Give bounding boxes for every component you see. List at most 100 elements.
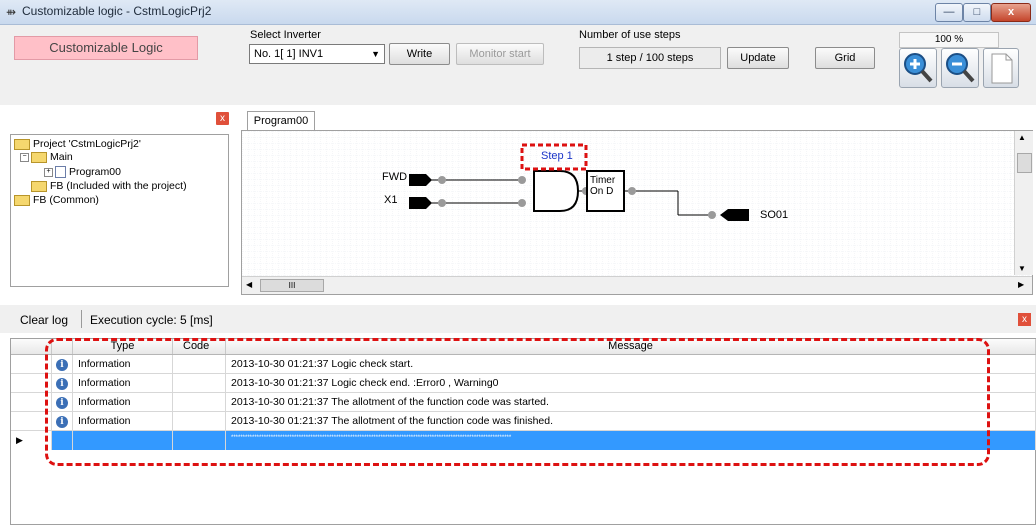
tree-item-main[interactable]: − Main (20, 151, 73, 163)
log-row[interactable]: i Information 2013-10-30 01:21:37 Logic … (11, 355, 1036, 374)
maximize-button[interactable]: □ (963, 3, 991, 22)
log-type: Information (73, 412, 173, 431)
zoom-in-button[interactable] (899, 48, 937, 88)
project-tree: Project 'CstmLogicPrj2' − Main + Program00… (10, 134, 229, 287)
row-selector (11, 412, 52, 431)
scroll-right-icon[interactable]: ▶ (1018, 280, 1024, 289)
pin-fwd[interactable] (438, 176, 446, 184)
log-type: Information (73, 374, 173, 393)
zoom-out-button[interactable] (941, 48, 979, 88)
log-type (73, 431, 173, 450)
log-code (173, 374, 226, 393)
write-button[interactable]: Write (389, 43, 450, 65)
folder-icon (14, 194, 30, 206)
pin-timer-out[interactable] (628, 187, 636, 195)
clear-log-button[interactable]: Clear log (20, 313, 68, 327)
monitor-start-button[interactable]: Monitor start (456, 43, 544, 65)
log-code (173, 393, 226, 412)
tree-item-fb-common[interactable]: FB (Common) (14, 194, 99, 206)
scroll-left-icon[interactable]: ◀ (246, 280, 252, 289)
close-log-button[interactable]: x (1018, 313, 1031, 326)
inverter-select-value: No. 1[ 1] INV1 (254, 48, 324, 60)
log-message: 2013-10-30 01:21:37 The allotment of the… (226, 393, 1036, 412)
row-selector (11, 355, 52, 374)
page-button[interactable] (983, 48, 1019, 88)
hscroll-thumb[interactable]: III (260, 279, 324, 292)
log-message: 2013-10-30 01:21:37 Logic check end. :Er… (226, 374, 1036, 393)
pin-and-in2[interactable] (518, 199, 526, 207)
chevron-down-icon: ▼ (371, 49, 380, 59)
app-icon: ⇻ (6, 5, 17, 19)
tree-item-fb-project[interactable]: FB (Included with the project) (31, 180, 187, 192)
steps-label: Number of use steps (579, 29, 681, 41)
step-label: Step 1 (541, 150, 573, 162)
pin-so01[interactable] (708, 211, 716, 219)
expand-icon[interactable]: + (44, 167, 53, 177)
header-blank (11, 339, 52, 354)
window-title: Customizable logic - CstmLogicPrj2 (22, 4, 212, 18)
vscroll-thumb[interactable] (1017, 153, 1032, 173)
folder-icon (31, 151, 47, 163)
select-inverter-label: Select Inverter (250, 29, 321, 41)
zoom-level: 100 % (899, 32, 999, 48)
info-icon: i (52, 412, 73, 431)
log-message: 2013-10-30 01:21:37 Logic check start. (226, 355, 1036, 374)
log-row[interactable]: i Information 2013-10-30 01:21:37 Logic … (11, 374, 1036, 393)
output-label-so01: SO01 (760, 209, 789, 221)
scroll-down-icon[interactable]: ▼ (1018, 264, 1026, 273)
log-row[interactable]: i Information 2013-10-30 01:21:37 The al… (11, 412, 1036, 431)
inverter-select[interactable]: No. 1[ 1] INV1 ▼ (249, 44, 385, 64)
collapse-icon[interactable]: − (20, 152, 29, 162)
tab-program00[interactable]: Program00 (247, 111, 315, 132)
log-icon-cell (52, 431, 73, 450)
minimize-button[interactable]: — (935, 3, 963, 22)
info-icon: i (52, 393, 73, 412)
zoom-out-icon (946, 53, 975, 83)
log-type: Information (73, 355, 173, 374)
header-type[interactable]: Type (73, 339, 173, 354)
row-selector (11, 393, 52, 412)
info-icon: i (52, 355, 73, 374)
log-code (173, 355, 226, 374)
logic-diagram (242, 131, 1032, 294)
input-label-x1: X1 (384, 194, 398, 206)
header-code[interactable]: Code (173, 339, 226, 354)
editor-horizontal-scrollbar[interactable]: ◀ III ▶ (242, 276, 1032, 294)
scroll-up-icon[interactable]: ▲ (1018, 133, 1026, 142)
tree-item-program00[interactable]: + Program00 (44, 166, 121, 179)
tree-item-project[interactable]: Project 'CstmLogicPrj2' (14, 138, 141, 150)
log-row[interactable]: i Information 2013-10-30 01:21:37 The al… (11, 393, 1036, 412)
pin-and-in1[interactable] (518, 176, 526, 184)
log-table-header: Type Code Message (11, 339, 1036, 355)
row-selector (11, 374, 52, 393)
page-icon (991, 53, 1013, 84)
pin-x1[interactable] (438, 199, 446, 207)
log-message: ****************************************… (226, 431, 1036, 450)
program-icon (55, 166, 66, 179)
logic-editor-canvas[interactable]: FWD X1 Step 1 Timer On D SO01 (241, 130, 1033, 295)
log-message: 2013-10-30 01:21:37 The allotment of the… (226, 412, 1036, 431)
steps-value: 1 step / 100 steps (579, 47, 721, 69)
zoom-in-icon (904, 53, 933, 83)
header-icon (52, 339, 73, 354)
close-tree-panel-button[interactable]: x (216, 112, 229, 125)
header-message[interactable]: Message (226, 339, 1036, 354)
editor-vertical-scrollbar[interactable]: ▲ ▼ (1014, 131, 1033, 275)
input-label-fwd: FWD (382, 171, 408, 183)
info-icon: i (52, 374, 73, 393)
execution-cycle: Execution cycle: 5 [ms] (90, 313, 213, 327)
timer-label: Timer On D (590, 175, 616, 197)
log-row-selected[interactable]: ▶ **************************************… (11, 431, 1036, 450)
close-window-button[interactable]: x (991, 3, 1031, 22)
and-gate[interactable] (533, 170, 580, 212)
customizable-logic-badge: Customizable Logic (14, 36, 198, 60)
update-button[interactable]: Update (727, 47, 789, 69)
folder-icon (31, 180, 47, 192)
toolbar-divider (81, 310, 82, 328)
log-code (173, 412, 226, 431)
log-code (173, 431, 226, 450)
folder-icon (14, 138, 30, 150)
grid-button[interactable]: Grid (815, 47, 875, 69)
log-type: Information (73, 393, 173, 412)
row-pointer-icon: ▶ (11, 431, 52, 450)
